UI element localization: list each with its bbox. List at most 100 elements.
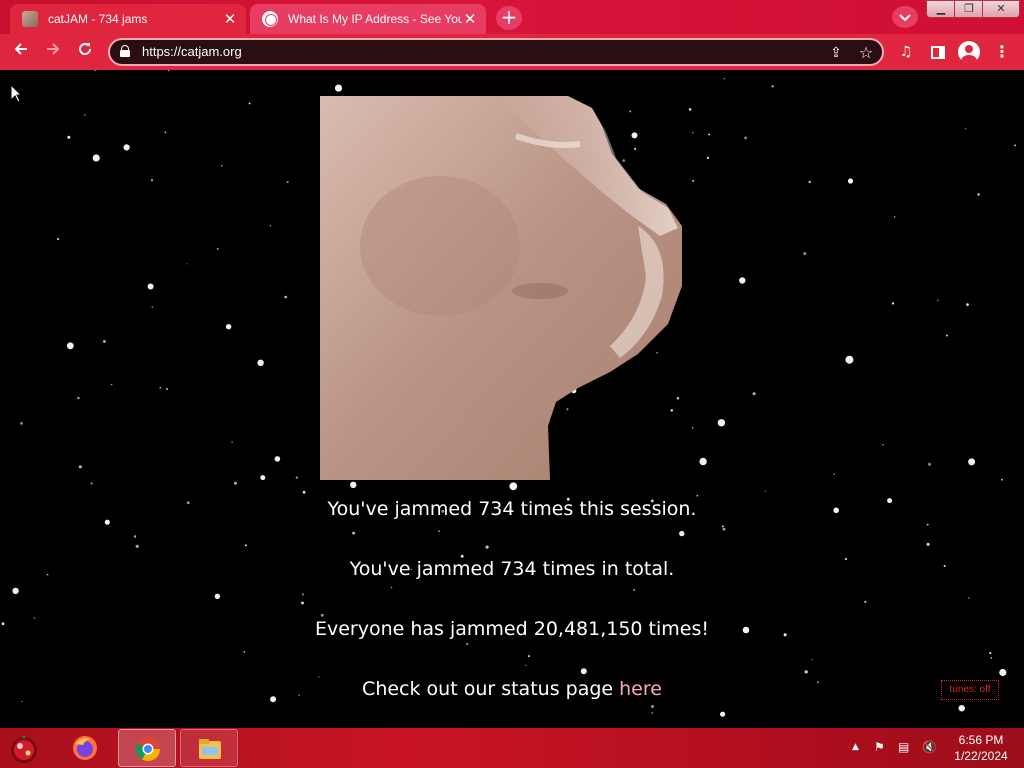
firefox-icon [73,736,97,760]
star [216,247,219,250]
star [438,530,440,532]
star [808,180,811,184]
star [989,651,992,655]
tab-catjam[interactable]: catJAM - 734 jams ✕ [10,4,246,34]
star [147,283,154,290]
close-tab-icon[interactable]: ✕ [222,11,238,27]
star [248,102,251,105]
menu-dots-icon[interactable]: ⋮ [990,40,1014,64]
mouse-cursor-icon [10,84,22,103]
star [717,419,726,427]
star [722,527,726,531]
action-center-flag-icon[interactable]: ⚑ [874,740,885,754]
star [937,299,939,302]
star [67,135,71,139]
star [999,668,1007,677]
close-window-button[interactable]: ✕ [982,0,1020,18]
star [84,114,86,116]
taskbar-firefox[interactable] [56,729,114,767]
new-tab-button[interactable]: + [496,6,522,30]
star [706,156,710,159]
reload-button[interactable] [72,39,98,65]
star [77,396,80,400]
star [691,426,694,429]
star [135,544,139,548]
tab-ip-address[interactable]: What Is My IP Address - See Your ✕ [250,4,486,34]
star [284,295,288,299]
star [302,490,306,494]
star [21,700,23,703]
close-tab-icon[interactable]: ✕ [462,11,478,27]
media-control-icon[interactable]: ♫ [894,40,918,64]
start-button-icon[interactable] [6,732,42,766]
tunes-toggle-button[interactable]: tunes: off [941,680,999,700]
star [92,154,100,162]
star [721,525,724,528]
browser-toolbar: https://catjam.org ⇪ ☆ ♫ ⋮ [0,34,1024,70]
star [295,476,298,479]
star [968,458,976,466]
volume-muted-icon[interactable]: 🔇 [922,740,937,754]
star [723,78,725,80]
tab-strip: catJAM - 734 jams ✕ What Is My IP Addres… [0,0,1024,34]
star [151,306,154,308]
star [968,597,970,599]
star [833,473,835,475]
restore-button[interactable]: ❐ [954,0,984,18]
star [528,655,530,658]
star [958,705,965,712]
star [352,531,355,535]
status-page-link[interactable]: here [619,678,662,700]
bookmark-star-icon[interactable]: ☆ [856,43,876,63]
system-clock[interactable]: 6:56 PM 1/22/2024 [948,732,1014,764]
star [811,659,813,661]
side-panel-icon[interactable] [926,40,950,64]
profile-avatar-icon[interactable] [958,41,980,63]
back-arrow-icon [14,43,27,55]
star [233,481,237,485]
star [928,462,931,466]
star [334,84,343,92]
star [926,542,930,546]
star [320,613,324,617]
star [679,530,685,537]
share-icon[interactable]: ⇪ [826,43,846,63]
forward-button[interactable] [40,39,66,65]
star [966,303,969,306]
cat-favicon-icon [22,11,38,27]
star [150,179,154,182]
star [485,545,489,549]
minimize-button[interactable]: ▁ [926,0,956,18]
star [946,334,948,337]
global-jam-count: Everyone has jammed 20,481,150 times! [314,618,709,640]
tab-search-button[interactable] [892,6,918,28]
star [123,144,130,151]
star [651,712,654,714]
url-text[interactable]: https://catjam.org [142,44,242,59]
star [752,392,756,396]
star [286,181,289,184]
address-bar[interactable]: https://catjam.org ⇪ ☆ [108,38,884,66]
star [225,324,232,330]
network-icon[interactable]: ▤ [898,740,909,754]
show-hidden-icons-icon[interactable]: ▲ [852,742,859,752]
star [651,705,654,708]
clock-time: 6:56 PM [958,733,1004,747]
status-page-line: Check out our status page here [0,678,1024,700]
taskbar-chrome[interactable] [118,729,176,767]
star [764,490,766,492]
lock-icon[interactable] [120,45,130,58]
star [20,422,23,425]
star [257,359,264,366]
star [633,589,635,591]
taskbar-file-explorer[interactable] [180,729,238,767]
star [214,593,221,599]
star [301,601,304,605]
tab-title: catJAM - 734 jams [48,12,148,26]
star [580,668,587,675]
file-explorer-icon [199,739,221,759]
star [57,237,60,241]
star [771,85,774,88]
star [882,443,884,446]
back-button[interactable] [8,39,34,65]
